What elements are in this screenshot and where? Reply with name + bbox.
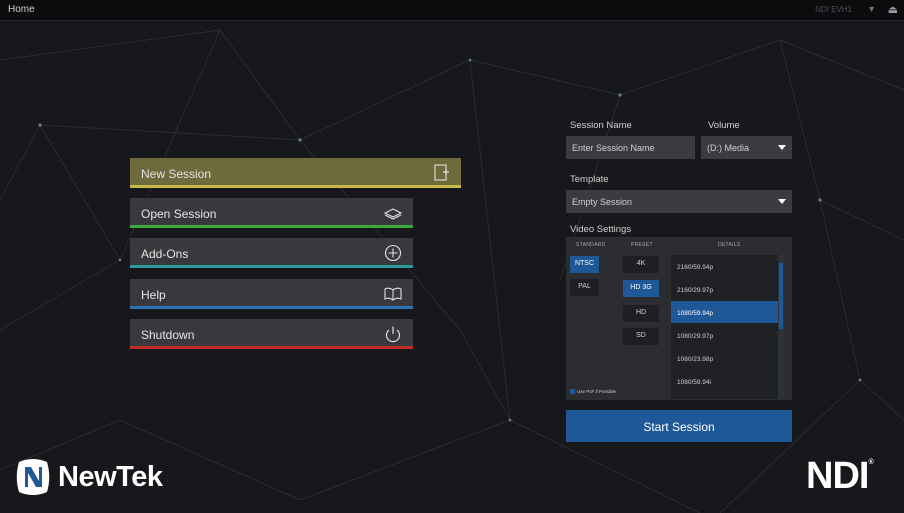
- details-scroll-thumb[interactable]: [779, 263, 783, 329]
- open-session-icon: [383, 208, 403, 220]
- preset-4k[interactable]: 4K: [623, 256, 659, 273]
- volume-value: (D:) Media: [707, 143, 750, 153]
- standard-ntsc[interactable]: NTSC: [570, 256, 599, 273]
- window-title: Home: [8, 4, 35, 15]
- volume-select[interactable]: (D:) Media: [701, 136, 792, 159]
- open-session-button[interactable]: Open Session: [130, 198, 413, 228]
- open-session-label: Open Session: [141, 207, 217, 221]
- title-bar: Home NDI EVH1 ▼ ⏏: [0, 0, 904, 21]
- standard-pal[interactable]: PAL: [570, 279, 599, 296]
- detail-row[interactable]: 2160/59.94p: [671, 255, 778, 277]
- add-ons-button[interactable]: Add-Ons: [130, 238, 413, 268]
- volume-label: Volume: [708, 120, 740, 131]
- session-name-placeholder: Enter Session Name: [572, 143, 655, 153]
- add-ons-icon: [384, 244, 402, 262]
- shutdown-label: Shutdown: [141, 328, 195, 342]
- template-select[interactable]: Empty Session: [566, 190, 792, 213]
- use-psf-checkbox[interactable]: [570, 389, 575, 395]
- detail-row[interactable]: 1080/59.94i: [671, 370, 778, 392]
- detail-row[interactable]: 2160/29.97p: [671, 278, 778, 300]
- preset-hd-3g[interactable]: HD 3G: [623, 280, 659, 297]
- template-value: Empty Session: [572, 197, 633, 207]
- detail-row-selected[interactable]: 1080/59.94p: [671, 301, 778, 323]
- power-icon: [385, 326, 401, 343]
- ndi-wordmark: NDI: [806, 455, 869, 497]
- eject-icon[interactable]: ⏏: [888, 3, 898, 16]
- newtek-logo: NewTek: [14, 458, 194, 496]
- new-session-button[interactable]: New Session: [130, 158, 461, 188]
- new-session-label: New Session: [141, 167, 212, 181]
- shutdown-accent-bar: [130, 346, 413, 349]
- help-accent-bar: [130, 306, 413, 309]
- detail-row[interactable]: 1080/23.98p: [671, 347, 778, 369]
- template-dropdown-icon: [778, 199, 786, 204]
- help-button[interactable]: Help: [130, 279, 413, 309]
- use-psf-label: Use PsF if Possible: [577, 389, 617, 394]
- newtek-mark-icon: [16, 459, 50, 495]
- shutdown-button[interactable]: Shutdown: [130, 319, 413, 349]
- preset-header: PRESET: [631, 242, 653, 248]
- video-settings-panel: STANDARD PRESET DETAILS NTSC PAL 4K HD 3…: [566, 237, 792, 400]
- use-psf-row[interactable]: Use PsF if Possible: [570, 389, 617, 395]
- new-session-icon: [434, 164, 449, 181]
- standard-header: STANDARD: [576, 242, 606, 248]
- system-dropdown-icon[interactable]: ▼: [867, 4, 876, 14]
- open-session-accent-bar: [130, 225, 413, 228]
- new-session-accent-bar: [130, 185, 461, 188]
- add-ons-label: Add-Ons: [141, 247, 189, 261]
- session-name-label: Session Name: [570, 120, 632, 131]
- detail-row[interactable]: 1080/29.97p: [671, 324, 778, 346]
- help-book-icon: [384, 287, 402, 301]
- template-label: Template: [570, 174, 609, 185]
- registered-mark: ®: [868, 459, 873, 466]
- details-list: 2160/59.94p 2160/29.97p 1080/59.94p 1080…: [671, 255, 784, 399]
- start-session-button[interactable]: Start Session: [566, 410, 792, 442]
- help-label: Help: [141, 288, 166, 302]
- system-name: NDI EVH1: [815, 5, 852, 14]
- details-scrollbar[interactable]: [778, 255, 784, 399]
- add-ons-accent-bar: [130, 265, 413, 268]
- ndi-logo: NDI®: [806, 455, 874, 498]
- preset-hd[interactable]: HD: [623, 305, 659, 322]
- preset-sd[interactable]: SD: [623, 328, 659, 345]
- session-name-input[interactable]: Enter Session Name: [566, 136, 695, 159]
- details-header: DETAILS: [718, 242, 741, 248]
- newtek-wordmark: NewTek: [58, 461, 163, 493]
- volume-dropdown-icon: [778, 145, 786, 150]
- video-settings-label: Video Settings: [570, 224, 632, 235]
